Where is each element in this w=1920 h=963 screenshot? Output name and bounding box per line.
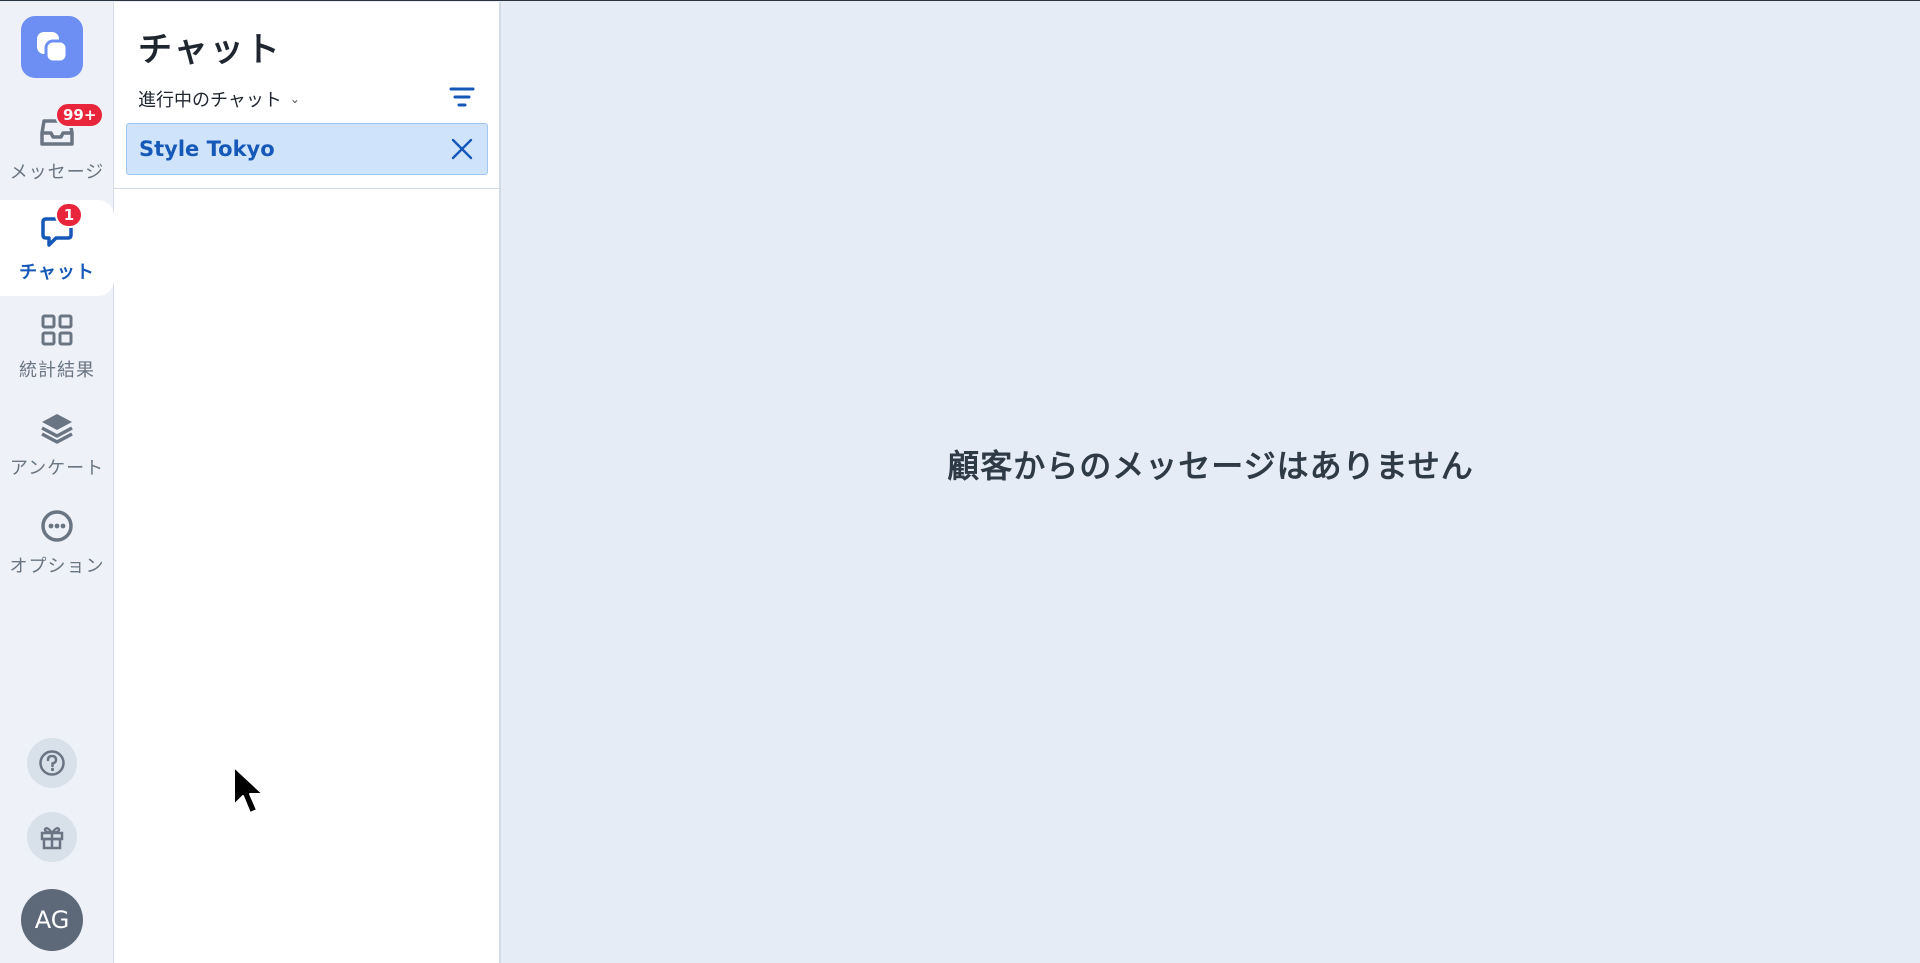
sidebar-item-label: アンケート (9, 458, 105, 479)
page-title: チャット (138, 30, 282, 70)
sidebar-rail: 99+ メッセージ 1 チャット 統計結果 アンケート オプション AG (0, 2, 114, 963)
chat-list-panel: チャット 進行中のチャット ⌄ Style Tokyo (114, 2, 501, 963)
divider (114, 188, 499, 189)
more-icon (41, 510, 73, 542)
sidebar-item-label: 統計結果 (19, 360, 95, 381)
sidebar-item-chat[interactable]: 1 チャット (0, 200, 114, 296)
help-icon (39, 750, 65, 776)
chat-badge: 1 (55, 202, 83, 228)
avatar[interactable]: AG (21, 889, 83, 951)
app-logo[interactable] (21, 16, 83, 78)
filter-chip-label: Style Tokyo (139, 137, 275, 161)
gift-icon (40, 827, 64, 850)
sidebar-item-statistics[interactable]: 統計結果 (0, 298, 114, 394)
messages-badge: 99+ (55, 102, 105, 128)
sidebar-item-label: チャット (19, 262, 95, 283)
mouse-cursor-icon (233, 766, 264, 814)
help-button[interactable] (27, 738, 77, 788)
sidebar-item-messages[interactable]: 99+ メッセージ (0, 100, 114, 196)
chat-status-dropdown[interactable]: 進行中のチャット ⌄ (138, 86, 300, 112)
gift-button[interactable] (27, 812, 77, 862)
sidebar-item-label: オプション (9, 556, 105, 577)
empty-state-message: 顧客からのメッセージはありません (947, 447, 1474, 485)
sidebar-item-options[interactable]: オプション (0, 494, 114, 590)
filter-icon[interactable] (449, 86, 475, 108)
sidebar-item-survey[interactable]: アンケート (0, 396, 114, 492)
chevron-down-icon: ⌄ (289, 92, 300, 106)
active-filter-chip: Style Tokyo (126, 123, 488, 175)
logo-icon (37, 32, 69, 64)
layers-icon (41, 414, 73, 444)
chat-status-label: 進行中のチャット (138, 90, 282, 111)
close-icon[interactable] (449, 136, 475, 162)
grid-icon (41, 314, 73, 346)
sidebar-item-label: メッセージ (9, 162, 105, 183)
